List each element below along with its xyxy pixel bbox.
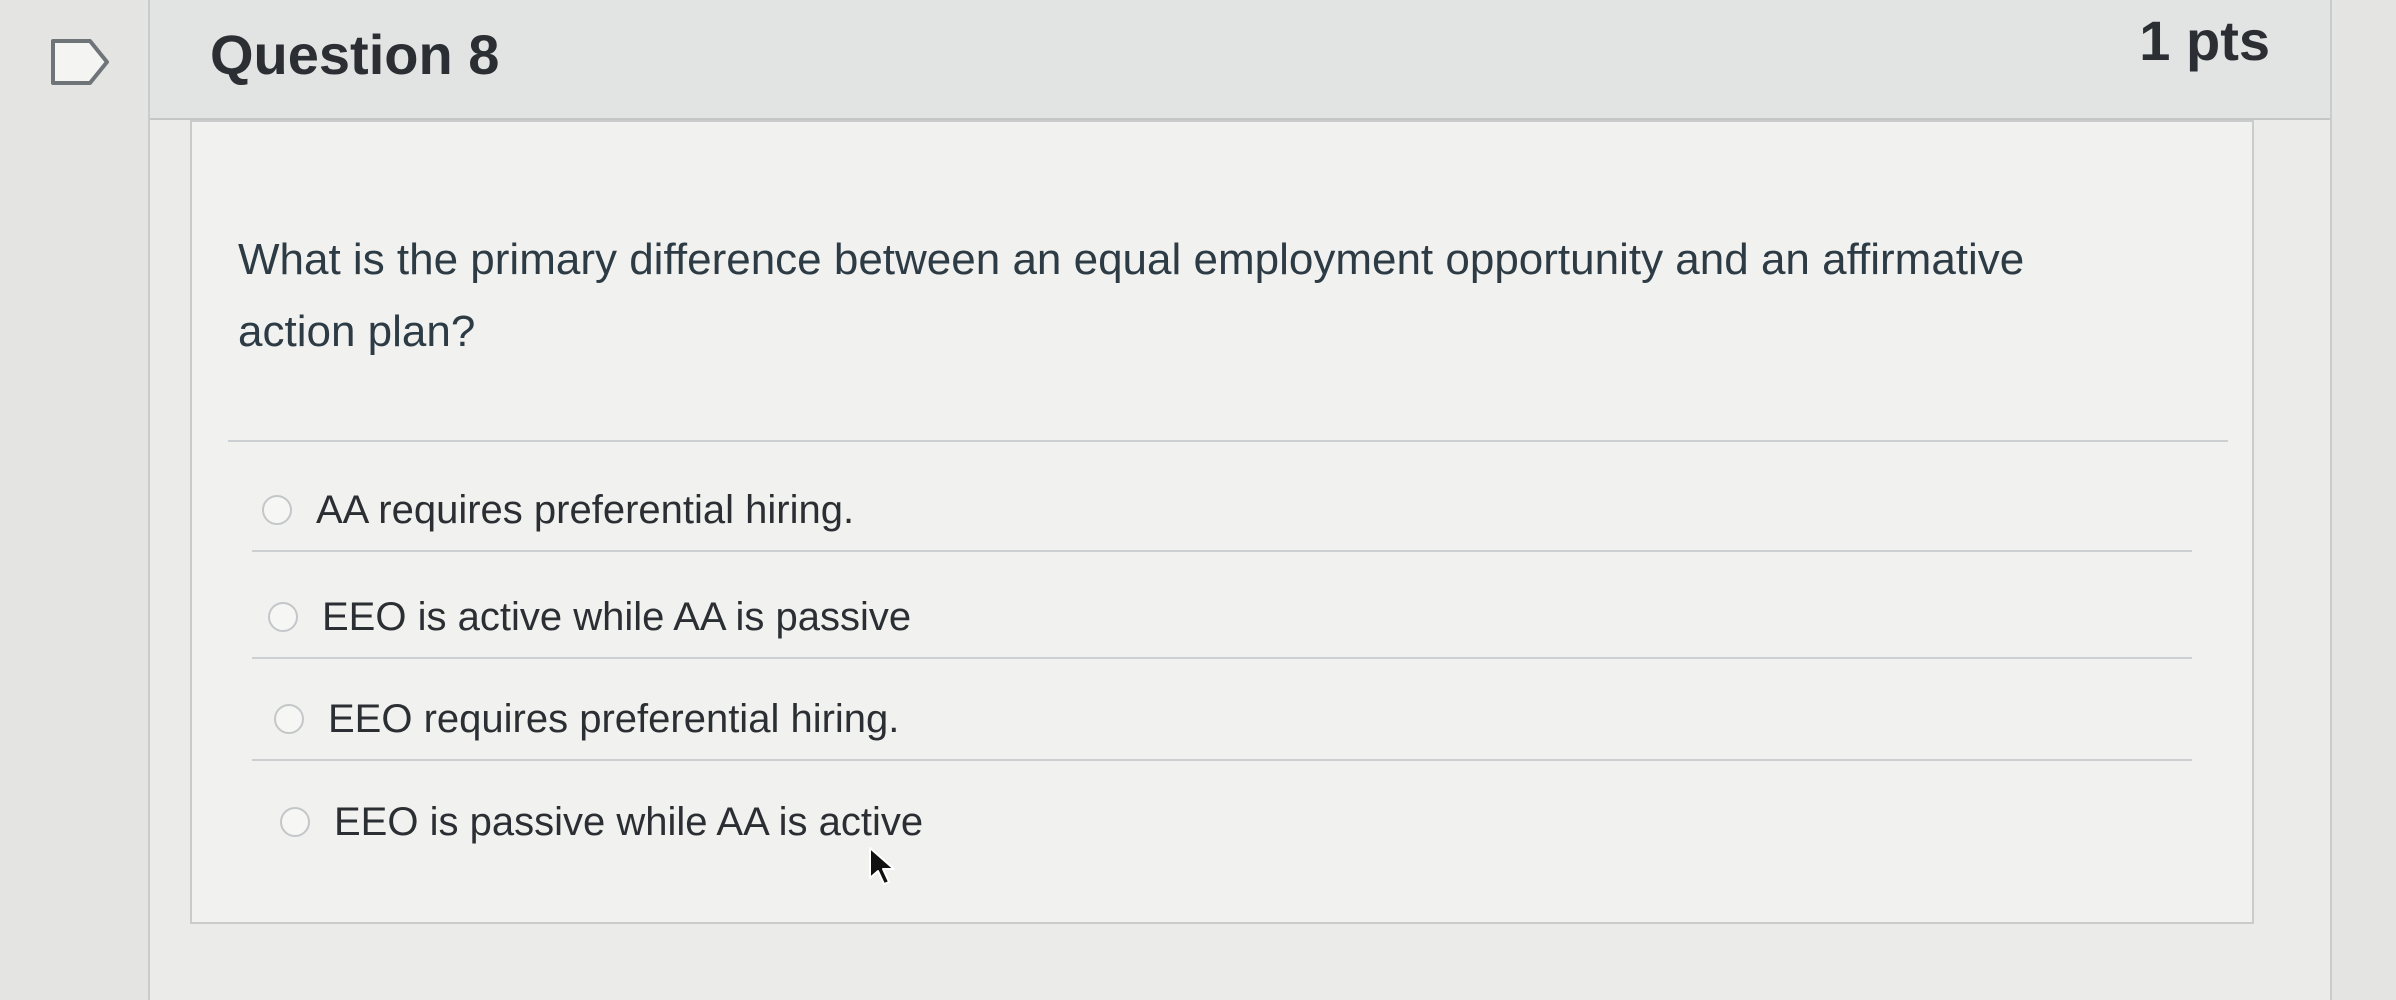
answer-option-3[interactable]: EEO requires preferential hiring. (274, 689, 899, 749)
radio-button[interactable] (274, 704, 304, 734)
answer-divider (252, 657, 2192, 659)
question-title: Question 8 (210, 23, 500, 86)
question-body: What is the primary difference between a… (190, 120, 2254, 924)
radio-button[interactable] (280, 807, 310, 837)
answer-label: EEO is passive while AA is active (334, 799, 924, 844)
answer-label: AA requires preferential hiring. (316, 487, 855, 532)
radio-button[interactable] (268, 602, 298, 632)
answer-label: EEO is active while AA is passive (322, 594, 912, 639)
answer-option-2[interactable]: EEO is active while AA is passive (268, 587, 911, 647)
answer-option-1[interactable]: AA requires preferential hiring. (262, 480, 854, 540)
question-card: Question 8 1 pts What is the primary dif… (148, 0, 2332, 1000)
question-points: 1 pts (2139, 9, 2270, 72)
answer-label: EEO requires preferential hiring. (328, 696, 900, 741)
answer-option-4[interactable]: EEO is passive while AA is active (280, 792, 923, 852)
radio-button[interactable] (262, 495, 292, 525)
question-header: Question 8 1 pts (150, 0, 2330, 120)
answers-divider (228, 440, 2228, 442)
answer-divider (252, 759, 2192, 761)
flag-question-icon[interactable] (50, 38, 110, 86)
question-text: What is the primary difference between a… (238, 235, 2025, 356)
answer-divider (252, 550, 2192, 552)
mouse-pointer-icon (869, 847, 895, 885)
